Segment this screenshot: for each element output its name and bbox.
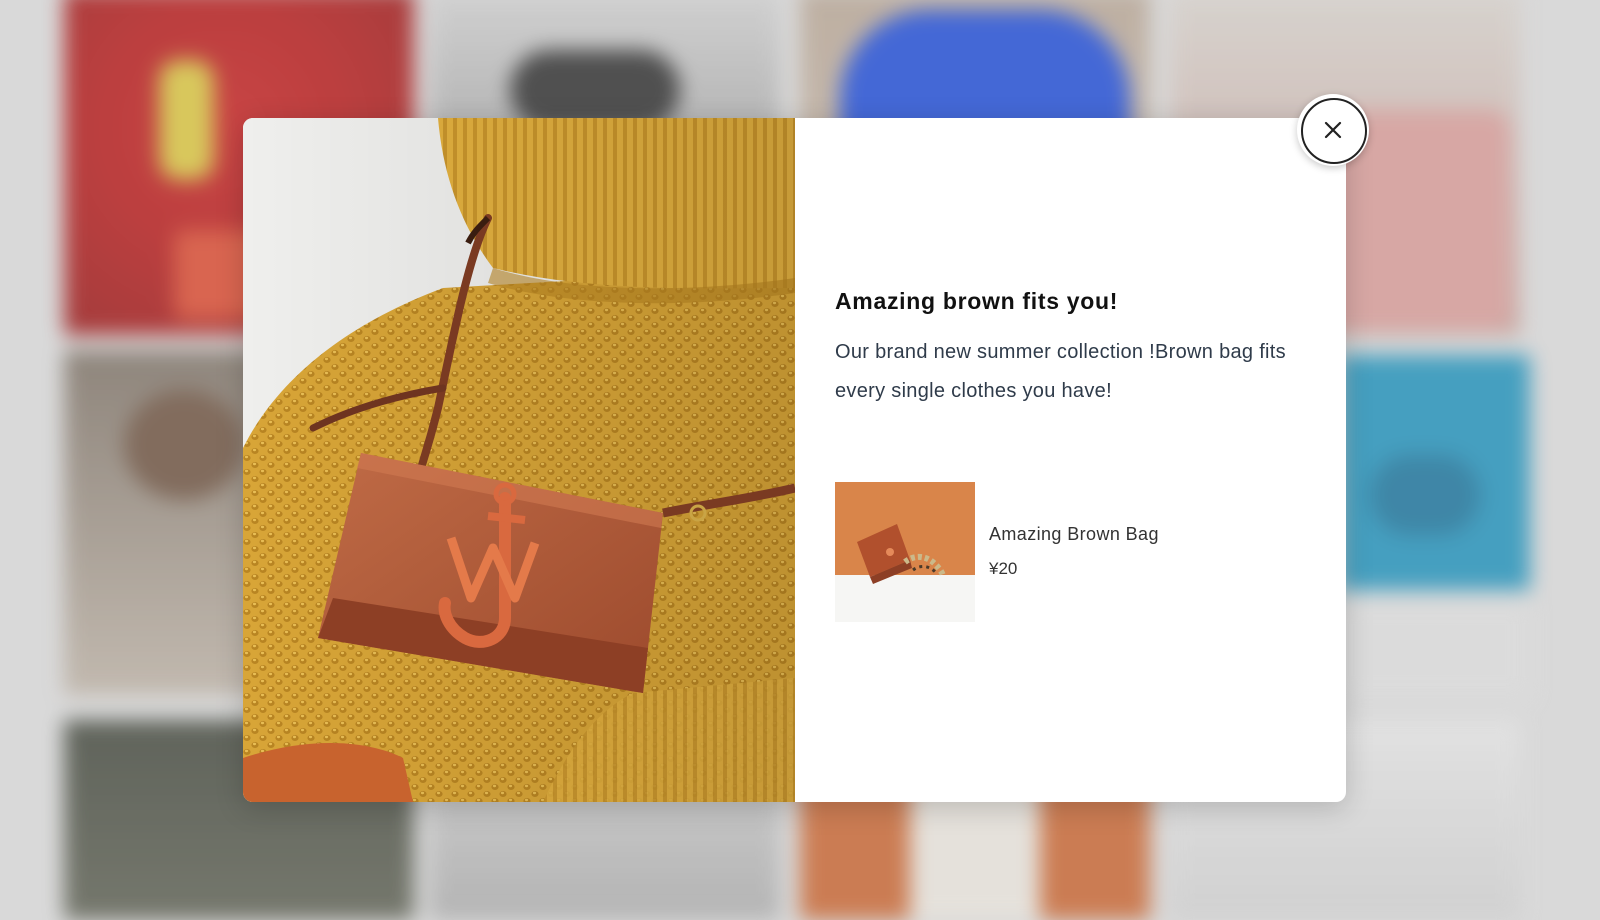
bg-tile-blue-product [1340, 355, 1530, 590]
bg-tile-grey [1340, 600, 1530, 700]
promo-modal: Amazing brown fits you! Our brand new su… [243, 94, 1369, 802]
product-name[interactable]: Amazing Brown Bag [989, 524, 1159, 545]
hero-image [243, 118, 795, 802]
modal-description: Our brand new summer collection !Brown b… [835, 341, 1286, 402]
modal-content: Amazing brown fits you! Our brand new su… [835, 288, 1315, 411]
close-button[interactable] [1297, 94, 1369, 166]
product-price: ¥20 [989, 559, 1018, 578]
product-card[interactable]: Amazing Brown Bag ¥20 [835, 482, 1235, 624]
close-icon [1324, 121, 1342, 139]
product-info: Amazing Brown Bag ¥20 [989, 524, 1159, 579]
modal-title: Amazing brown fits you! [835, 288, 1119, 314]
product-thumbnail[interactable] [835, 482, 975, 622]
